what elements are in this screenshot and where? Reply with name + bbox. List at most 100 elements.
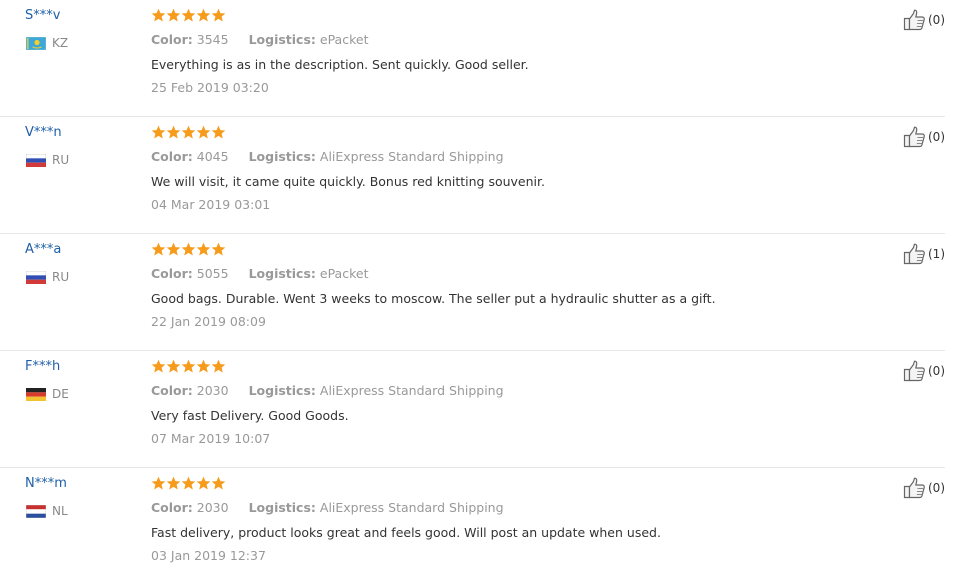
thumbs-up-icon[interactable] <box>903 243 927 265</box>
logistics-value: AliExpress Standard Shipping <box>319 149 504 164</box>
review-text: Very fast Delivery. Good Goods. <box>151 408 349 423</box>
review-date: 07 Mar 2019 10:07 <box>151 431 271 446</box>
order-attributes: Color: 3545 Logistics: ePacket <box>151 32 368 47</box>
order-attributes: Color: 4045 Logistics: AliExpress Standa… <box>151 149 504 164</box>
country-code: RU <box>52 153 70 167</box>
reviewer-country: RU <box>26 270 69 284</box>
helpful-button[interactable]: (0) <box>903 477 945 499</box>
helpful-button[interactable]: (0) <box>903 9 945 31</box>
helpful-button[interactable]: (0) <box>903 360 945 382</box>
star-icon <box>151 125 166 139</box>
reviewer-name[interactable]: N***m <box>25 476 67 491</box>
thumbs-up-icon[interactable] <box>903 360 927 382</box>
order-attributes: Color: 2030 Logistics: AliExpress Standa… <box>151 500 504 515</box>
color-value: 3545 <box>196 32 229 47</box>
star-icon <box>196 359 211 373</box>
country-code: DE <box>52 387 69 401</box>
color-value: 4045 <box>196 149 229 164</box>
star-icon <box>211 242 226 256</box>
star-icon <box>196 242 211 256</box>
review-text: Everything is as in the description. Sen… <box>151 57 529 72</box>
country-code: NL <box>52 504 68 518</box>
review-text: We will visit, it came quite quickly. Bo… <box>151 174 545 189</box>
star-icon <box>196 476 211 490</box>
review-text: Good bags. Durable. Went 3 weeks to mosc… <box>151 291 716 306</box>
star-icon <box>196 125 211 139</box>
helpful-button[interactable]: (1) <box>903 243 945 265</box>
star-icon <box>211 125 226 139</box>
star-icon <box>151 242 166 256</box>
color-value: 2030 <box>196 383 229 398</box>
star-icon <box>181 242 196 256</box>
helpful-count: (0) <box>928 13 945 27</box>
reviewer-country: RU <box>26 153 69 167</box>
reviewer-country: DE <box>26 387 69 401</box>
logistics-label: Logistics: <box>248 32 316 47</box>
review-date: 04 Mar 2019 03:01 <box>151 197 271 212</box>
review-date: 25 Feb 2019 03:20 <box>151 80 269 95</box>
color-label: Color: <box>151 500 193 515</box>
star-icon <box>151 359 166 373</box>
country-flag-icon <box>26 504 46 518</box>
review-item: S***v KZ Color: 3545 Logistics: ePacket … <box>0 0 945 117</box>
logistics-label: Logistics: <box>248 266 316 281</box>
country-code: RU <box>52 270 70 284</box>
reviewer-name[interactable]: V***n <box>25 125 62 140</box>
feedback-list: S***v KZ Color: 3545 Logistics: ePacket … <box>0 0 960 576</box>
helpful-count: (0) <box>928 130 945 144</box>
country-code: KZ <box>52 36 69 50</box>
star-icon <box>151 8 166 22</box>
reviewer-name[interactable]: F***h <box>25 359 60 374</box>
star-icon <box>196 8 211 22</box>
country-flag-icon <box>26 387 46 401</box>
star-rating <box>151 476 226 493</box>
color-value: 5055 <box>196 266 229 281</box>
star-icon <box>166 359 181 373</box>
color-label: Color: <box>151 383 193 398</box>
helpful-count: (0) <box>928 364 945 378</box>
star-rating <box>151 8 226 25</box>
star-icon <box>211 359 226 373</box>
country-flag-icon <box>26 270 46 284</box>
review-date: 03 Jan 2019 12:37 <box>151 548 266 563</box>
thumbs-up-icon[interactable] <box>903 126 927 148</box>
review-text: Fast delivery, product looks great and f… <box>151 525 661 540</box>
review-item: A***a RU Color: 5055 Logistics: ePacket … <box>0 234 945 351</box>
reviewer-name[interactable]: S***v <box>25 8 60 23</box>
order-attributes: Color: 2030 Logistics: AliExpress Standa… <box>151 383 504 398</box>
country-flag-icon <box>26 153 46 167</box>
thumbs-up-icon[interactable] <box>903 477 927 499</box>
star-rating <box>151 359 226 376</box>
color-label: Color: <box>151 266 193 281</box>
thumbs-up-icon[interactable] <box>903 9 927 31</box>
color-label: Color: <box>151 32 193 47</box>
logistics-value: AliExpress Standard Shipping <box>319 383 504 398</box>
star-icon <box>181 476 196 490</box>
helpful-count: (0) <box>928 481 945 495</box>
logistics-value: ePacket <box>319 32 369 47</box>
logistics-label: Logistics: <box>248 383 316 398</box>
star-icon <box>181 359 196 373</box>
star-icon <box>166 242 181 256</box>
helpful-count: (1) <box>928 247 945 261</box>
logistics-value: AliExpress Standard Shipping <box>319 500 504 515</box>
star-rating <box>151 125 226 142</box>
country-flag-icon <box>26 36 46 50</box>
helpful-button[interactable]: (0) <box>903 126 945 148</box>
review-item: F***h DE Color: 2030 Logistics: AliExpre… <box>0 351 945 468</box>
star-icon <box>166 125 181 139</box>
star-icon <box>151 476 166 490</box>
star-icon <box>211 8 226 22</box>
logistics-label: Logistics: <box>248 500 316 515</box>
color-value: 2030 <box>196 500 229 515</box>
order-attributes: Color: 5055 Logistics: ePacket <box>151 266 368 281</box>
star-icon <box>211 476 226 490</box>
reviewer-name[interactable]: A***a <box>25 242 61 257</box>
star-icon <box>181 125 196 139</box>
star-rating <box>151 242 226 259</box>
star-icon <box>166 8 181 22</box>
star-icon <box>166 476 181 490</box>
logistics-label: Logistics: <box>248 149 316 164</box>
review-item: V***n RU Color: 4045 Logistics: AliExpre… <box>0 117 945 234</box>
color-label: Color: <box>151 149 193 164</box>
